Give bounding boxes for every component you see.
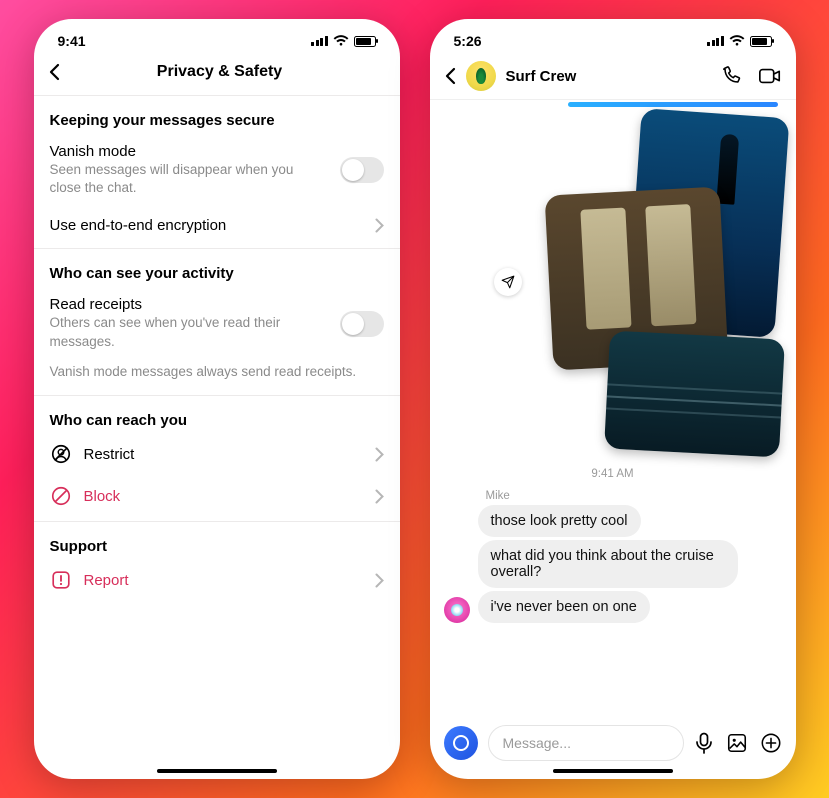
chat-title[interactable]: Surf Crew: [506, 68, 710, 85]
nav-header: Privacy & Safety: [34, 55, 400, 91]
status-bar: 9:41: [34, 19, 400, 55]
read-receipts-desc: Others can see when you've read their me…: [50, 314, 328, 350]
status-bar: 5:26: [430, 19, 796, 55]
sender-avatar[interactable]: [444, 597, 470, 623]
message-bubble[interactable]: what did you think about the cruise over…: [478, 540, 738, 588]
message-bubble[interactable]: those look pretty cool: [478, 505, 641, 537]
wifi-icon: [729, 35, 745, 47]
image-icon: [726, 732, 748, 754]
photo-3[interactable]: [604, 331, 785, 458]
home-indicator: [157, 769, 277, 773]
vanish-mode-label: Vanish mode: [50, 143, 328, 160]
voice-button[interactable]: [694, 732, 714, 754]
restrict-icon: [50, 443, 72, 465]
audio-message[interactable]: [568, 102, 778, 107]
report-icon: [50, 569, 72, 591]
camera-button[interactable]: [444, 726, 478, 760]
section-support-title: Support: [34, 524, 400, 559]
video-call-button[interactable]: [758, 65, 782, 87]
read-receipts-toggle[interactable]: [340, 311, 384, 337]
sender-name: Mike: [486, 490, 782, 502]
vanish-mode-toggle[interactable]: [340, 157, 384, 183]
battery-icon: [354, 36, 376, 47]
section-reach-title: Who can reach you: [34, 398, 400, 433]
add-button[interactable]: [760, 732, 782, 754]
signal-icon: [311, 36, 328, 46]
back-button[interactable]: [444, 67, 456, 85]
divider: [34, 95, 400, 96]
chat-body[interactable]: 9:41 AM Mike those look pretty cool what…: [430, 100, 796, 717]
chevron-right-icon: [375, 218, 384, 233]
read-receipts-row[interactable]: Read receipts Others can see when you've…: [34, 286, 400, 360]
chat-avatar[interactable]: [466, 61, 496, 91]
chevron-left-icon: [444, 67, 456, 85]
block-label: Block: [84, 488, 363, 505]
e2ee-row[interactable]: Use end-to-end encryption: [34, 207, 400, 244]
status-icons: [311, 35, 376, 47]
camera-icon: [453, 735, 469, 751]
report-label: Report: [84, 572, 363, 589]
status-time: 5:26: [454, 33, 482, 49]
photo-collage[interactable]: [492, 113, 782, 458]
phone-chat: 5:26 Surf Crew: [430, 19, 796, 779]
message-row: i've never been on one: [444, 591, 782, 623]
microphone-icon: [694, 732, 714, 754]
page-title: Privacy & Safety: [54, 63, 386, 81]
divider: [34, 395, 400, 396]
block-row[interactable]: Block: [34, 475, 400, 517]
placeholder-text: Message...: [503, 735, 571, 751]
chevron-right-icon: [375, 447, 384, 462]
section-secure-title: Keeping your messages secure: [34, 98, 400, 133]
chevron-right-icon: [375, 573, 384, 588]
section-activity-title: Who can see your activity: [34, 251, 400, 286]
restrict-label: Restrict: [84, 446, 363, 463]
share-button[interactable]: [494, 268, 522, 296]
gallery-button[interactable]: [726, 732, 748, 754]
restrict-row[interactable]: Restrict: [34, 433, 400, 475]
divider: [34, 248, 400, 249]
divider: [34, 521, 400, 522]
vanish-mode-desc: Seen messages will disappear when you cl…: [50, 161, 328, 197]
status-icons: [707, 35, 772, 47]
vanish-mode-row[interactable]: Vanish mode Seen messages will disappear…: [34, 133, 400, 207]
report-row[interactable]: Report: [34, 559, 400, 601]
signal-icon: [707, 36, 724, 46]
send-icon: [501, 275, 515, 289]
chevron-right-icon: [375, 489, 384, 504]
read-receipts-note: Vanish mode messages always send read re…: [34, 361, 400, 391]
message-input[interactable]: Message...: [488, 725, 684, 761]
read-receipts-label: Read receipts: [50, 296, 328, 313]
plus-circle-icon: [760, 732, 782, 754]
timestamp: 9:41 AM: [444, 468, 782, 480]
chat-header: Surf Crew: [430, 55, 796, 100]
battery-icon: [750, 36, 772, 47]
status-time: 9:41: [58, 33, 86, 49]
message-row: what did you think about the cruise over…: [444, 540, 782, 588]
phone-privacy-settings: 9:41 Privacy & Safety Keeping your messa…: [34, 19, 400, 779]
wifi-icon: [333, 35, 349, 47]
video-icon: [758, 65, 782, 87]
home-indicator: [553, 769, 673, 773]
block-icon: [50, 485, 72, 507]
phone-icon: [720, 65, 742, 87]
audio-call-button[interactable]: [720, 65, 742, 87]
message-row: those look pretty cool: [444, 505, 782, 537]
e2ee-label: Use end-to-end encryption: [50, 217, 363, 234]
message-bubble[interactable]: i've never been on one: [478, 591, 650, 623]
